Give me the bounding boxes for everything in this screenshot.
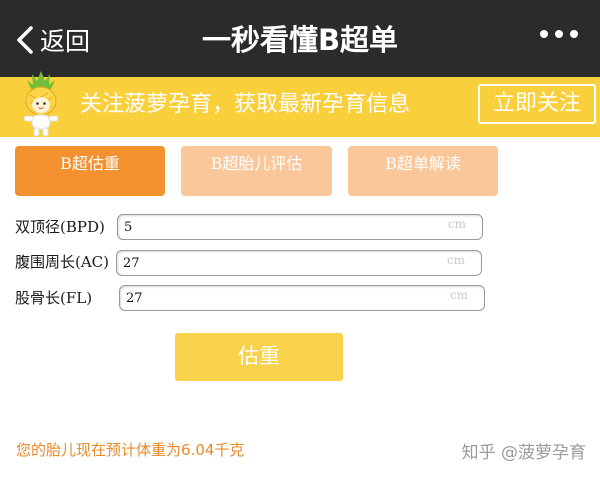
fl-value: 27	[126, 291, 143, 306]
tab-weight-estimate[interactable]: B超估重	[15, 146, 165, 196]
ac-input[interactable]: 27 cm	[116, 250, 482, 276]
fl-label: 股骨长(FL)	[15, 289, 93, 307]
pineapple-mascot-icon	[23, 71, 59, 137]
top-navigation-bar: 返回 一秒看懂B超单	[0, 0, 600, 77]
bpd-input[interactable]: 5 cm	[117, 214, 483, 240]
bpd-label: 双顶径(BPD)	[15, 218, 105, 236]
result-text: 您的胎儿现在预计体重为6.04千克	[16, 441, 245, 459]
ac-value: 27	[123, 256, 140, 271]
ac-unit: cm	[446, 253, 465, 267]
tab-report-interpretation[interactable]: B超单解读	[348, 146, 498, 196]
estimate-weight-button[interactable]: 估重	[175, 333, 343, 381]
bpd-unit: cm	[447, 217, 466, 231]
fl-unit: cm	[449, 288, 468, 302]
fl-input[interactable]: 27 cm	[119, 285, 485, 311]
tab-fetal-assessment[interactable]: B超胎儿评估	[181, 146, 332, 196]
watermark: 知乎 @菠萝孕育	[461, 443, 586, 463]
follow-banner: 关注菠萝孕育，获取最新孕育信息 立即关注	[0, 71, 600, 137]
follow-button[interactable]: 立即关注	[478, 84, 596, 124]
ac-label: 腹围周长(AC)	[15, 253, 110, 271]
page-title: 一秒看懂B超单	[201, 23, 399, 57]
more-options-icon[interactable]	[540, 30, 578, 38]
bpd-value: 5	[124, 220, 133, 235]
banner-text: 关注菠萝孕育，获取最新孕育信息	[80, 92, 411, 117]
